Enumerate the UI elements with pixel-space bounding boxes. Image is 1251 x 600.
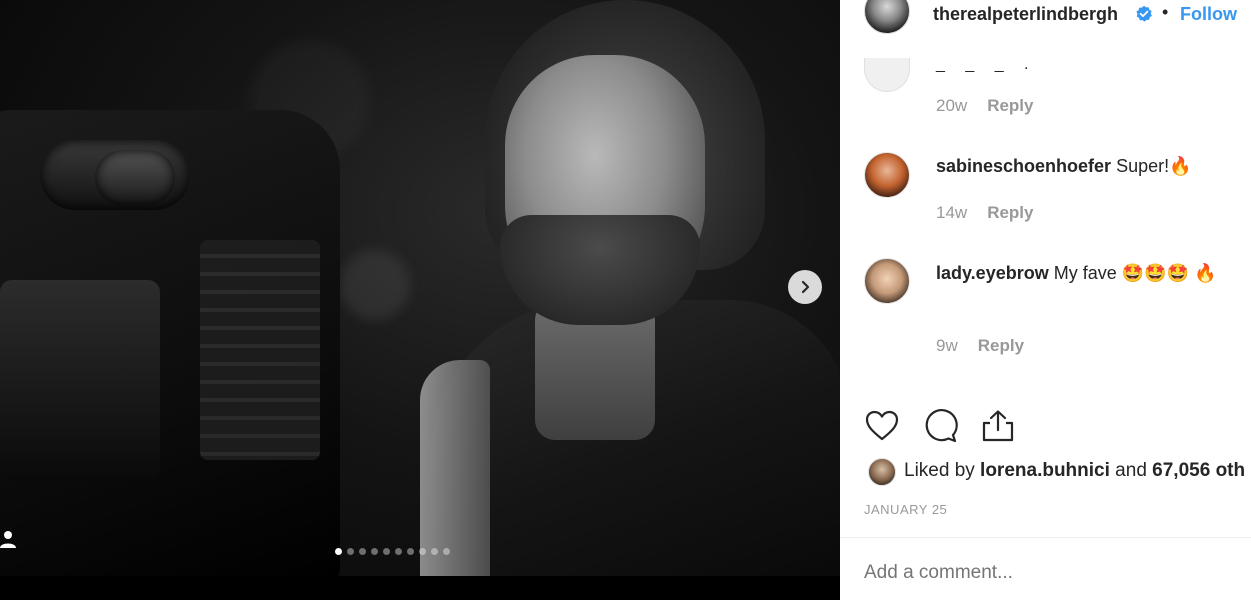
post-side-panel: therealpeterlindbergh • Follow _ _ _ . 2… [840, 0, 1251, 600]
share-icon[interactable] [980, 408, 1016, 444]
carousel-dot [371, 548, 378, 555]
comment-meta: 14w Reply [936, 203, 1033, 223]
liker-username[interactable]: lorena.buhnici [980, 460, 1110, 481]
camera-lens [95, 150, 175, 205]
user-tag-icon[interactable] [0, 528, 18, 550]
comment-meta: 20w Reply [936, 96, 1033, 116]
likes-summary[interactable]: Liked by lorena.buhnici and 67,056 oth [904, 460, 1251, 482]
carousel-dot [431, 548, 438, 555]
chevron-right-icon [801, 280, 810, 294]
bokeh-light [340, 250, 410, 320]
carousel-dot [419, 548, 426, 555]
liker-avatar[interactable] [868, 458, 896, 486]
carousel-dot [359, 548, 366, 555]
next-image-button[interactable] [788, 270, 822, 304]
divider [840, 537, 1251, 538]
comment-username[interactable]: lady.eyebrow [936, 263, 1049, 283]
likes-middle: and [1109, 460, 1153, 481]
likes-prefix: Liked by [904, 460, 981, 481]
follow-button[interactable]: Follow [1180, 4, 1237, 25]
camera-detail [200, 240, 320, 460]
comment-username[interactable]: sabineschoenhoefer [936, 156, 1111, 176]
comment-meta: 9w Reply [936, 336, 1024, 356]
commenter-avatar[interactable] [864, 258, 910, 304]
header-separator: • [1162, 2, 1169, 22]
reply-button[interactable]: Reply [978, 336, 1024, 355]
carousel-dot [335, 548, 342, 555]
author-avatar[interactable] [864, 0, 910, 34]
carousel-dot [407, 548, 414, 555]
comment-time[interactable]: 14w [936, 203, 967, 222]
carousel-indicator [335, 548, 450, 555]
comment-text: My fave 🤩🤩🤩 🔥 [1053, 263, 1217, 283]
add-comment-input[interactable] [864, 562, 1224, 584]
carousel-dot [347, 548, 354, 555]
reply-button[interactable]: Reply [987, 203, 1033, 222]
author-username[interactable]: therealpeterlindbergh [933, 4, 1118, 25]
likes-count[interactable]: 67,056 oth [1152, 460, 1245, 481]
comment-item: sabineschoenhoefer Super!🔥 [936, 153, 1236, 180]
photo-bottom-strip [0, 576, 840, 600]
verified-badge-icon [1136, 5, 1152, 22]
camera-body [0, 280, 160, 480]
person-collar [420, 360, 490, 580]
heart-icon[interactable] [864, 408, 900, 444]
carousel-dot [383, 548, 390, 555]
comment-text: Super!🔥 [1116, 156, 1192, 176]
post-actions [864, 408, 1016, 444]
comment-text: _ _ _ . [936, 56, 1037, 73]
commenter-avatar[interactable] [864, 152, 910, 198]
comment-icon[interactable] [922, 408, 958, 444]
comment-time[interactable]: 20w [936, 96, 967, 115]
post-header: therealpeterlindbergh • Follow [840, 0, 1251, 36]
comment-time[interactable]: 9w [936, 336, 958, 355]
commenter-avatar[interactable] [864, 58, 910, 92]
post-date[interactable]: JANUARY 25 [864, 502, 947, 517]
comment-item: lady.eyebrow My fave 🤩🤩🤩 🔥 [936, 260, 1236, 287]
carousel-dot [443, 548, 450, 555]
post-photo[interactable] [0, 0, 840, 600]
reply-button[interactable]: Reply [987, 96, 1033, 115]
carousel-dot [395, 548, 402, 555]
